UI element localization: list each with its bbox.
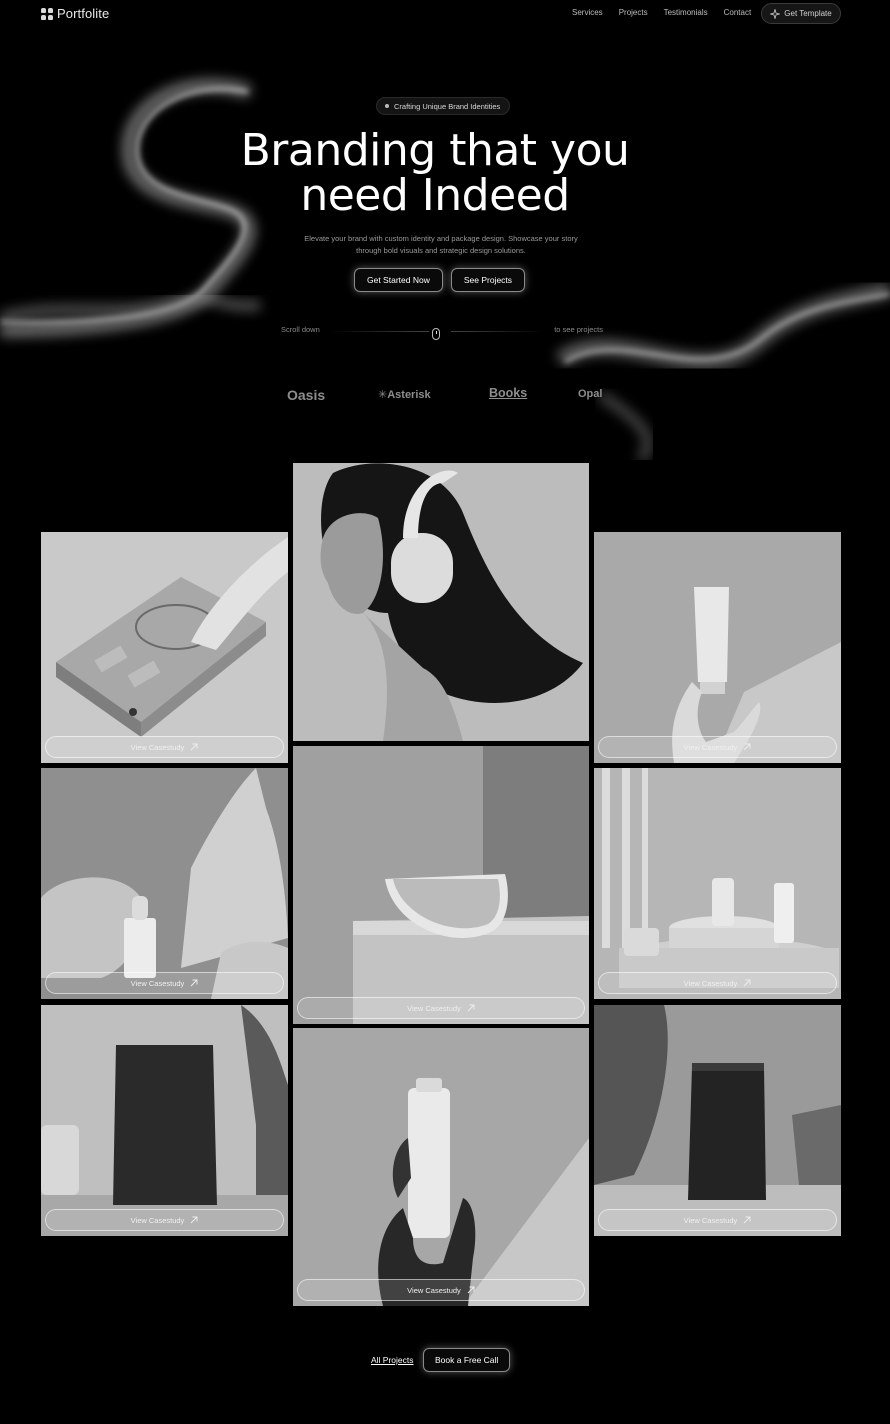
view-casestudy-button[interactable]: View Casestudy [598, 736, 837, 758]
brand-logo-oasis: Oasis [287, 387, 326, 403]
view-casestudy-button[interactable]: View Casestudy [297, 997, 585, 1019]
project-card-gloved-hand[interactable]: View Casestudy [293, 1028, 589, 1306]
nav-link-contact[interactable]: Contact [724, 8, 752, 17]
brand-logo-asterisk: ✳Asterisk [378, 389, 431, 401]
scroll-line-right [451, 331, 547, 332]
arrow-up-right-icon [190, 979, 198, 987]
view-casestudy-label: View Casestudy [130, 1215, 185, 1225]
tube-hand-image [594, 532, 841, 763]
device-image [41, 532, 288, 763]
project-card-tube[interactable]: View Casestudy [594, 532, 841, 763]
scroll-down-text: Scroll down [281, 325, 320, 334]
view-casestudy-label: View Casestudy [407, 1003, 461, 1013]
logo-text: Portfolite [57, 6, 110, 21]
hero-title-line2: need Indeed [300, 170, 570, 221]
view-casestudy-button[interactable]: View Casestudy [45, 1209, 284, 1231]
arrow-up-right-icon [743, 1216, 751, 1224]
project-card-rocks[interactable]: View Casestudy [41, 768, 288, 999]
nav-link-testimonials[interactable]: Testimonials [664, 8, 708, 17]
see-projects-text: to see projects [554, 325, 603, 334]
nav-link-services[interactable]: Services [572, 8, 603, 17]
view-casestudy-label: View Casestudy [130, 978, 185, 988]
headphones-woman-image [293, 463, 589, 741]
book-call-button[interactable]: Book a Free Call [423, 1348, 511, 1372]
get-template-button[interactable]: Get Template [761, 3, 841, 24]
gloved-hand-image [293, 1028, 589, 1306]
coffee-bag-image [594, 1005, 841, 1236]
nav-links: Services Projects Testimonials Contact [572, 8, 767, 17]
orange-slice-image [293, 746, 589, 1024]
project-card-orange[interactable]: View Casestudy [293, 746, 589, 1024]
hero-subtitle: Elevate your brand with custom identity … [304, 234, 578, 255]
hero-badge-text: Crafting Unique Brand Identities [394, 101, 501, 111]
all-projects-link[interactable]: All Projects [371, 1355, 414, 1365]
logo[interactable]: Portfolite [41, 6, 109, 21]
skincare-stand-image [594, 768, 841, 999]
view-casestudy-label: View Casestudy [683, 978, 738, 988]
view-casestudy-label: View Casestudy [130, 742, 185, 752]
nav-link-projects[interactable]: Projects [619, 8, 648, 17]
hero-badge: Crafting Unique Brand Identities [376, 97, 511, 115]
project-card-coffee-bag[interactable]: View Casestudy [594, 1005, 841, 1236]
arrow-up-right-icon [743, 743, 751, 751]
pouch-image [41, 1005, 288, 1236]
arrow-up-right-icon [467, 1286, 475, 1294]
top-navigation: Portfolite Services Projects Testimonial… [0, 0, 890, 28]
view-casestudy-button[interactable]: View Casestudy [45, 736, 284, 758]
view-casestudy-label: View Casestudy [683, 742, 738, 752]
scroll-indicator: Scroll down to see projects [281, 325, 603, 341]
arrow-up-right-icon [743, 979, 751, 987]
hero-title: Branding that you need Indeed [180, 128, 690, 218]
hero-title-line1: Branding that you [240, 125, 630, 176]
badge-dot [385, 104, 389, 108]
view-casestudy-button[interactable]: View Casestudy [598, 1209, 837, 1231]
brand-logos: Oasis ✳Asterisk Books Opal [232, 384, 632, 406]
view-casestudy-button[interactable]: View Casestudy [598, 972, 837, 994]
sparkle-icon [770, 8, 781, 19]
get-started-button[interactable]: Get Started Now [354, 268, 443, 292]
arrow-up-right-icon [467, 1004, 475, 1012]
get-template-label: Get Template [784, 9, 832, 18]
mouse-icon[interactable] [432, 328, 440, 340]
project-card-pouch[interactable]: View Casestudy [41, 1005, 288, 1236]
view-casestudy-button[interactable]: View Casestudy [45, 972, 284, 994]
project-card-headphones[interactable] [293, 463, 589, 741]
brand-logo-books: Books [489, 386, 528, 400]
view-casestudy-button[interactable]: View Casestudy [297, 1279, 585, 1301]
hero-buttons: Get Started Now See Projects [354, 268, 526, 292]
view-casestudy-label: View Casestudy [407, 1285, 461, 1295]
view-casestudy-label: View Casestudy [683, 1215, 738, 1225]
rocks-bottle-image [41, 768, 288, 999]
see-projects-button[interactable]: See Projects [450, 268, 526, 292]
project-card-device[interactable]: View Casestudy [41, 532, 288, 763]
brand-logo-opal: Opal [578, 388, 603, 400]
project-card-skincare[interactable]: View Casestudy [594, 768, 841, 999]
logo-icon [41, 7, 53, 20]
scroll-line-left [329, 331, 429, 332]
arrow-up-right-icon [190, 743, 198, 751]
arrow-up-right-icon [190, 1216, 198, 1224]
